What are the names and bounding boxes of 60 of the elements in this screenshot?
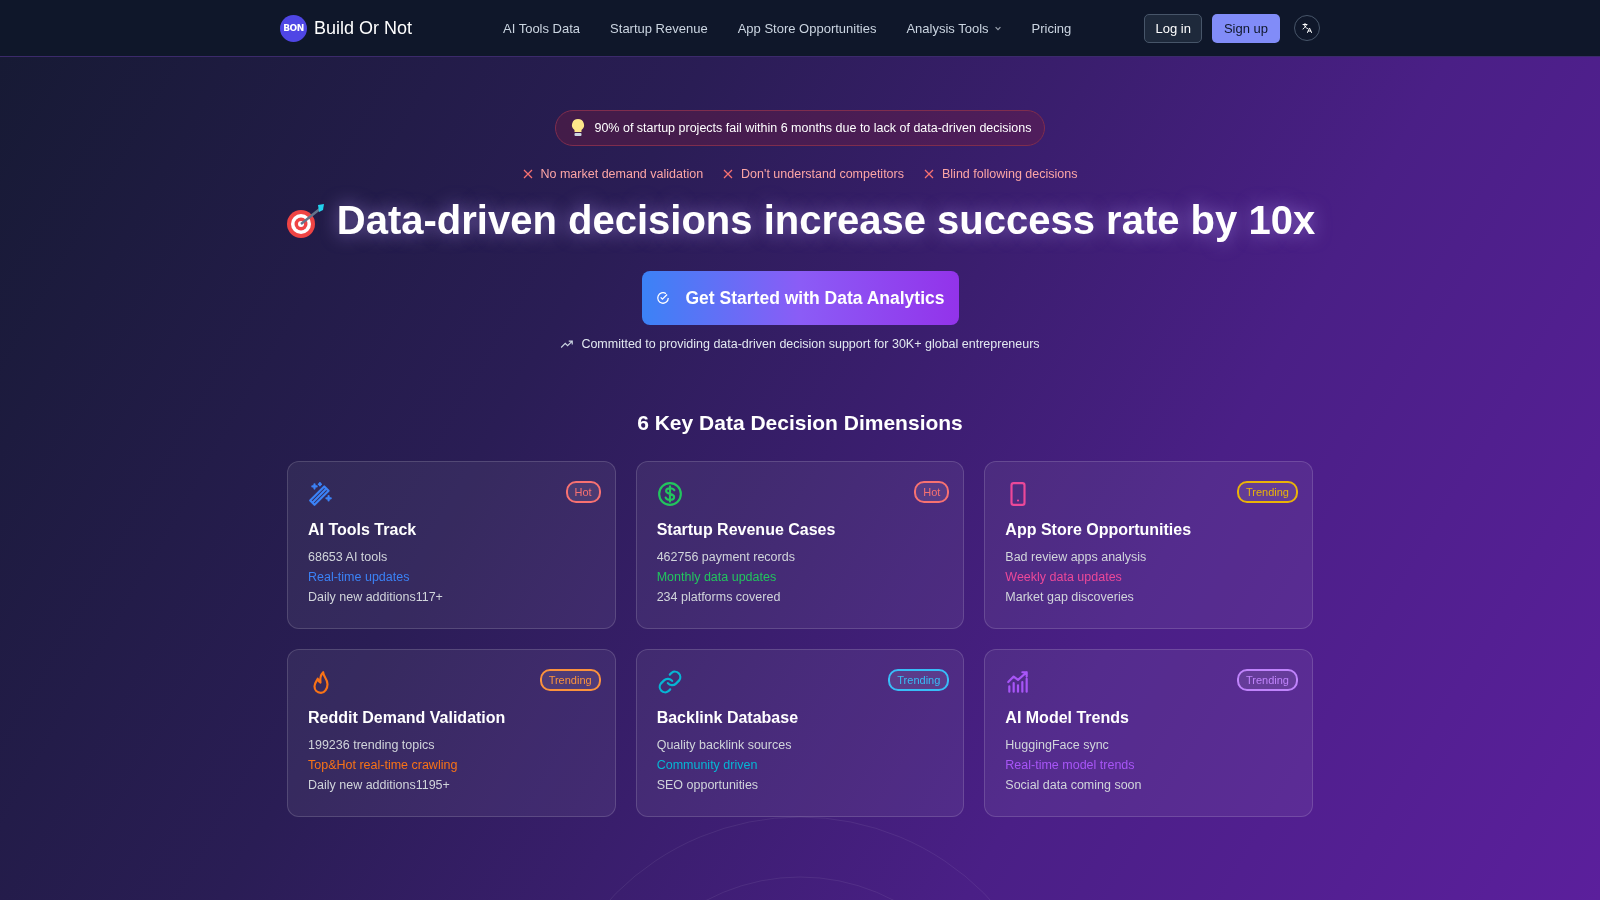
nav-link[interactable]: AI Tools Data (503, 20, 581, 36)
card-detail: Community driven (656, 757, 759, 774)
status-badge: Trending (539, 669, 601, 691)
card-detail: 199236 trending topics (308, 737, 436, 754)
nav-link[interactable]: App Store Opportunities (737, 20, 877, 36)
x-icon (723, 169, 734, 179)
card-detail: 68653 AI tools (308, 549, 389, 566)
card-title: AI Tools Track (308, 521, 418, 539)
x-icon (924, 169, 934, 179)
x-icon (522, 169, 533, 179)
check-circle-icon (655, 291, 670, 305)
feature-card[interactable]: Hot Startup Revenue Cases 462756 payment records Monthly data updates 234 platforms covered (635, 461, 965, 629)
nav-link[interactable]: Pricing (1031, 20, 1072, 36)
card-title: Backlink Database (656, 709, 800, 727)
card-detail: Daily new additions117+ (308, 589, 444, 606)
feature-card[interactable]: Trending AI Model Trends HuggingFace sync Real-time model trends Social data coming soon (984, 649, 1313, 817)
card-detail: HuggingFace sync (1005, 737, 1110, 754)
card-detail: 234 platforms covered (656, 589, 782, 606)
nav-dropdown[interactable]: Analysis Tools (906, 20, 1002, 36)
lightbulb-icon (570, 118, 587, 138)
card-detail: Monthly data updates (656, 569, 778, 586)
section-title: 6 Key Data Decision Dimensions (637, 411, 963, 435)
status-badge: Trending (1236, 669, 1298, 691)
card-title: App Store Opportunities (1005, 521, 1193, 539)
card-detail: Social data coming soon (1005, 777, 1143, 794)
card-detail: Real-time model trends (1005, 757, 1136, 774)
headline: Data-driven decisions increase success rate by 10x (336, 198, 1316, 243)
trending-up-icon (560, 337, 575, 351)
card-detail: 462756 payment records (656, 549, 796, 566)
card-title: AI Model Trends (1005, 709, 1130, 727)
status-badge: Trending (1236, 481, 1298, 503)
feature-card[interactable]: Trending App Store Opportunities Bad review apps analysis Weekly data updates Market gap discoveries (984, 461, 1313, 629)
feature-card[interactable]: Trending Reddit Demand Validation 199236 trending topics Top&Hot real-time crawling Daily new additions1195+ (287, 649, 616, 817)
card-detail: Quality backlink sources (656, 737, 793, 754)
card-detail: Top&Hot real-time crawling (308, 757, 459, 774)
logo-badge[interactable]: BON (280, 14, 307, 42)
status-badge: Hot (914, 481, 950, 503)
card-detail: SEO opportunities (656, 777, 760, 794)
card-detail: Market gap discoveries (1005, 589, 1135, 606)
feature-card[interactable]: Trending Backlink Database Quality backlink sources Community driven SEO opportunities (635, 649, 965, 817)
nav-link[interactable]: Startup Revenue (610, 20, 708, 36)
problem-text: Don't understand competitors (741, 167, 904, 181)
log-in-button[interactable]: Log in (1144, 13, 1202, 43)
commitment-text: Committed to providing data-driven decision support for 30K+ global entrepreneurs (581, 337, 1040, 351)
problem-text: Blind following decisions (942, 167, 1078, 181)
card-detail: Real-time updates (308, 569, 411, 586)
sign-up-button[interactable]: Sign up (1211, 13, 1280, 43)
feature-card[interactable]: Hot AI Tools Track 68653 AI tools Real-time updates Daily new additions117+ (287, 461, 616, 629)
status-badge: Hot (565, 481, 601, 503)
alert-text: 90% of startup projects fail within 6 months due to lack of data-driven decisions (594, 121, 1032, 135)
card-detail: Bad review apps analysis (1005, 549, 1148, 566)
card-title: Startup Revenue Cases (656, 521, 837, 539)
status-badge: Trending (888, 669, 950, 691)
get-started-button[interactable]: Get Started with Data Analytics (641, 271, 959, 325)
card-title: Reddit Demand Validation (308, 709, 507, 727)
translate-icon (1301, 22, 1313, 34)
problem-text: No market demand validation (540, 167, 704, 181)
card-detail: Daily new additions1195+ (308, 777, 451, 794)
brand-name[interactable]: Build Or Not (314, 17, 413, 39)
card-detail: Weekly data updates (1005, 569, 1123, 586)
